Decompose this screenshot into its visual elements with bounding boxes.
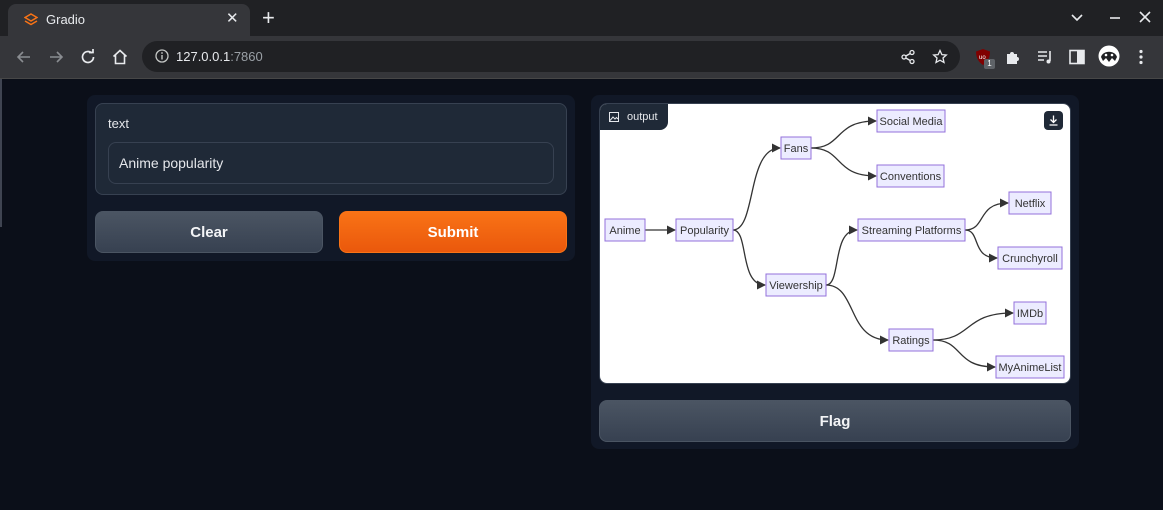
node-label: Anime <box>609 225 640 237</box>
extension-badge: 1 <box>984 59 995 69</box>
image-icon <box>609 112 619 122</box>
node-label: Streaming Platforms <box>862 225 962 237</box>
node-ratings: Ratings <box>888 328 934 352</box>
node-label: Netflix <box>1015 198 1046 210</box>
close-tab-icon[interactable]: ✕ <box>226 11 239 27</box>
profile-avatar-icon[interactable] <box>1098 45 1120 67</box>
textbox-block: text Anime popularity <box>95 103 567 195</box>
browser-toolbar: 127.0.0.1:7860 uo 1 <box>0 36 1163 78</box>
tab-title: Gradio <box>46 12 86 27</box>
page-scroll-edge <box>0 79 2 227</box>
extensions-puzzle-icon[interactable] <box>1004 48 1022 66</box>
extension-badge-count: 1 <box>987 59 992 68</box>
edge-viewership-ratings <box>825 284 889 345</box>
output-label: output <box>600 104 668 130</box>
node-label: Popularity <box>680 225 729 237</box>
output-image-block: Anime Popularity Fans Viewership Social Medi… <box>599 103 1071 384</box>
browser-tabstrip: Gradio ✕ + <box>0 0 1163 36</box>
node-viewership: Viewership <box>765 273 827 297</box>
reload-icon[interactable] <box>79 48 97 66</box>
edge-popularity-viewership <box>732 229 766 290</box>
node-streaming: Streaming Platforms <box>857 218 966 242</box>
tab-search-icon[interactable] <box>1070 9 1084 25</box>
gradio-app: text Anime popularity Clear Submit Anime… <box>0 79 1163 510</box>
textbox-label: text <box>108 116 129 131</box>
bookmark-star-icon[interactable] <box>932 49 948 65</box>
edge-streaming-crunchyroll <box>964 229 998 263</box>
input-panel: text Anime popularity Clear Submit <box>87 95 575 261</box>
info-icon[interactable] <box>155 49 169 63</box>
node-anime: Anime <box>604 218 646 242</box>
home-icon[interactable] <box>111 48 129 66</box>
submit-button[interactable]: Submit <box>339 211 567 253</box>
chrome-menu-icon[interactable] <box>1132 48 1150 66</box>
edge-ratings-mal <box>932 339 996 372</box>
node-label: Fans <box>784 143 809 155</box>
url-host: 127.0.0.1 <box>176 49 231 64</box>
node-fans: Fans <box>780 136 812 160</box>
edge-streaming-netflix <box>964 198 1009 231</box>
node-label: Crunchyroll <box>1002 253 1058 265</box>
edge-fans-conventions <box>810 147 877 181</box>
share-icon[interactable] <box>900 49 916 65</box>
browser-tab[interactable]: Gradio ✕ <box>8 4 250 36</box>
node-popularity: Popularity <box>675 218 734 242</box>
url-port: :7860 <box>230 49 263 64</box>
node-label: Ratings <box>892 335 930 347</box>
flag-button[interactable]: Flag <box>599 400 1071 442</box>
node-label: Conventions <box>880 171 942 183</box>
edge-fans-social <box>810 116 877 149</box>
url-text: 127.0.0.1:7860 <box>176 49 263 64</box>
edge-ratings-imdb <box>932 308 1014 341</box>
node-label: Social Media <box>880 116 944 128</box>
media-queue-icon[interactable] <box>1036 48 1054 66</box>
text-input[interactable]: Anime popularity <box>108 142 554 184</box>
download-button[interactable] <box>1044 111 1063 130</box>
forward-arrow-icon[interactable] <box>47 48 65 66</box>
download-icon <box>1049 115 1058 126</box>
gradio-logo-icon <box>24 13 38 26</box>
window-close-icon[interactable] <box>1138 9 1152 25</box>
node-label: Viewership <box>769 280 823 292</box>
output-panel: Anime Popularity Fans Viewership Social Medi… <box>591 95 1079 449</box>
minimize-icon[interactable] <box>1108 9 1122 25</box>
new-tab-icon[interactable]: + <box>262 6 275 30</box>
edge-popularity-fans <box>732 143 781 231</box>
node-conventions: Conventions <box>876 164 945 188</box>
address-bar[interactable]: 127.0.0.1:7860 <box>142 41 960 72</box>
node-label: IMDb <box>1017 308 1043 320</box>
clear-button[interactable]: Clear <box>95 211 323 253</box>
node-netflix: Netflix <box>1008 191 1052 215</box>
node-imdb: IMDb <box>1013 301 1047 325</box>
node-social: Social Media <box>876 109 946 133</box>
back-arrow-icon[interactable] <box>15 48 33 66</box>
node-crunchyroll: Crunchyroll <box>997 246 1063 270</box>
node-label: MyAnimeList <box>999 362 1062 374</box>
side-panel-icon[interactable] <box>1068 48 1086 66</box>
output-label-text: output <box>627 111 658 123</box>
mindmap-diagram: Anime Popularity Fans Viewership Social Medi… <box>604 109 1065 379</box>
edge-viewership-streaming <box>825 225 858 286</box>
node-mal: MyAnimeList <box>995 355 1065 379</box>
